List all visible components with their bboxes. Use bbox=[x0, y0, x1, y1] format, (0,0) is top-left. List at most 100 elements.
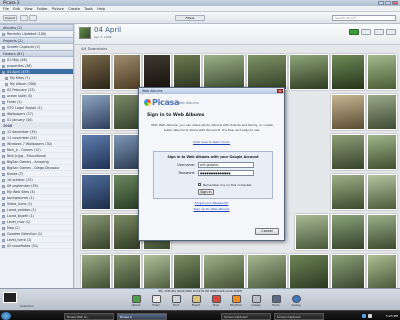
photo-thumbnail[interactable] bbox=[173, 54, 201, 90]
menu-edit[interactable]: Edit bbox=[13, 7, 20, 11]
dialog-close-button[interactable]: × bbox=[277, 89, 283, 93]
start-button[interactable] bbox=[1, 312, 11, 320]
menu-create[interactable]: Create bbox=[68, 7, 80, 11]
photo-thumbnail[interactable] bbox=[113, 174, 141, 210]
signup-link[interactable]: Sign up for Web Albums bbox=[139, 207, 284, 211]
folder-sidebar: Albums (2) Recently Updated (100) Projec… bbox=[0, 24, 74, 288]
cancel-button[interactable]: Cancel bbox=[255, 228, 279, 235]
menu-picture[interactable]: Picture bbox=[52, 7, 64, 11]
photo-thumbnail[interactable] bbox=[81, 174, 111, 210]
photo-thumbnail[interactable] bbox=[367, 134, 397, 170]
photo-thumbnail[interactable] bbox=[81, 254, 111, 290]
taskbar-task[interactable]: Screen Captured bbox=[221, 312, 271, 320]
sidebar-item-folder[interactable]: 02 snowflakes (51) bbox=[0, 243, 73, 249]
photo-thumbnail[interactable] bbox=[331, 134, 365, 170]
photo-thumbnail[interactable] bbox=[113, 134, 141, 170]
signin-button[interactable]: Sign in bbox=[198, 189, 214, 195]
slideshow-play-button[interactable] bbox=[349, 29, 360, 35]
folder-options-button[interactable] bbox=[386, 29, 396, 35]
username-label: Username: bbox=[177, 163, 195, 167]
photo-thumbnail[interactable] bbox=[247, 254, 287, 290]
photo-thumbnail[interactable] bbox=[331, 214, 365, 250]
menu-help[interactable]: Help bbox=[97, 7, 105, 11]
photo-thumbnail[interactable] bbox=[81, 214, 111, 250]
print-icon[interactable] bbox=[172, 295, 181, 303]
geotag-icon[interactable] bbox=[292, 295, 301, 303]
blogger-icon[interactable] bbox=[232, 295, 241, 303]
photo-thumbnail[interactable] bbox=[331, 174, 365, 210]
picasa-logo-text: Picasa bbox=[152, 98, 180, 107]
remember-me-checkbox[interactable] bbox=[198, 183, 201, 186]
collage-label: Collage bbox=[251, 304, 261, 307]
web-albums-signin-dialog: Web Albums × Picasa Web Albums Sign in t… bbox=[138, 87, 285, 241]
sidebar-section-projects[interactable]: Projects (2) bbox=[0, 37, 73, 44]
view-list-button[interactable] bbox=[29, 15, 37, 21]
photo-thumbnail[interactable] bbox=[143, 254, 171, 290]
photo-thumbnail[interactable] bbox=[367, 214, 397, 250]
bottom-action-tray: Selection IMG_1565.JPG 04/04/2009 10:19:… bbox=[0, 288, 400, 310]
photo-thumbnail[interactable] bbox=[289, 54, 329, 90]
network-tray-icon[interactable] bbox=[362, 313, 366, 318]
photo-thumbnail[interactable] bbox=[81, 134, 111, 170]
photo-thumbnail[interactable] bbox=[331, 54, 365, 90]
photo-thumbnail[interactable] bbox=[247, 54, 287, 90]
taskbar-task[interactable]: Picasa Web Al... bbox=[64, 312, 114, 320]
photo-thumbnail[interactable] bbox=[113, 94, 141, 130]
forgot-password-link[interactable]: Forgot your Password? bbox=[139, 201, 284, 205]
photo-thumbnail[interactable] bbox=[367, 174, 397, 210]
photo-thumbnail[interactable] bbox=[81, 94, 111, 130]
upload-icon[interactable] bbox=[132, 295, 141, 303]
photo-thumbnail[interactable] bbox=[81, 54, 111, 90]
sidebar-section-folders[interactable]: Folders (87) bbox=[0, 50, 73, 57]
photo-thumbnail[interactable] bbox=[203, 254, 245, 290]
selection-thumbnail bbox=[3, 292, 17, 303]
import-button[interactable]: Import bbox=[3, 15, 17, 21]
search-input[interactable]: Search Ctrl+F bbox=[332, 15, 396, 21]
shop-icon[interactable] bbox=[212, 295, 221, 303]
album-cover-thumbnail bbox=[79, 27, 91, 39]
view-toggle-button[interactable] bbox=[20, 15, 28, 21]
photo-thumbnail[interactable] bbox=[295, 214, 329, 250]
password-field[interactable]: ●●●●●●●●●●●●●● bbox=[198, 170, 254, 176]
photo-thumbnail[interactable] bbox=[113, 54, 141, 90]
export-icon[interactable] bbox=[192, 295, 201, 303]
taskbar-task-active[interactable]: Picasa 3 bbox=[117, 312, 167, 320]
signin-form-label: Sign in to Web Albums with your Google A… bbox=[167, 155, 259, 159]
clock[interactable]: 5:23 PM bbox=[386, 313, 398, 320]
menu-tools[interactable]: Tools bbox=[84, 7, 93, 11]
photo-thumbnail[interactable] bbox=[367, 94, 397, 130]
learn-more-link[interactable]: Click here to learn more. bbox=[139, 140, 284, 144]
menu-file[interactable]: File bbox=[3, 7, 9, 11]
sidebar-section-albums[interactable]: Albums (2) bbox=[0, 24, 73, 31]
menu-view[interactable]: View bbox=[24, 7, 32, 11]
photo-thumbnail[interactable] bbox=[203, 54, 245, 90]
web-album-button[interactable] bbox=[373, 29, 384, 35]
blogthis-label: BlogThis! bbox=[230, 304, 242, 307]
collage-icon[interactable] bbox=[252, 295, 261, 303]
maximize-button[interactable] bbox=[385, 1, 391, 5]
username-field[interactable]: ant.graphic bbox=[198, 162, 254, 168]
close-button[interactable] bbox=[392, 1, 398, 5]
filter-button[interactable]: Filters bbox=[175, 15, 205, 21]
email-icon[interactable] bbox=[152, 295, 161, 303]
photo-thumbnail[interactable] bbox=[173, 254, 201, 290]
photo-thumbnail[interactable] bbox=[113, 254, 141, 290]
sidebar-item-recently-updated[interactable]: Recently Updated (100) bbox=[0, 31, 73, 37]
sidebar-item-screen-captures[interactable]: Screen Captures (2) bbox=[0, 44, 73, 50]
movie-icon[interactable] bbox=[272, 295, 281, 303]
taskbar-task[interactable]: Screen Captured bbox=[274, 312, 324, 320]
menu-folder[interactable]: Folder bbox=[37, 7, 48, 11]
photo-thumbnail[interactable] bbox=[289, 254, 329, 290]
volume-tray-icon[interactable] bbox=[368, 313, 372, 318]
photo-thumbnail[interactable] bbox=[143, 54, 171, 90]
photo-thumbnail[interactable] bbox=[367, 54, 397, 90]
photo-thumbnail[interactable] bbox=[331, 254, 365, 290]
photo-thumbnail[interactable] bbox=[113, 214, 141, 250]
minimize-button[interactable] bbox=[378, 1, 384, 5]
toolbar: Import Filters Search Ctrl+F bbox=[0, 12, 400, 24]
photo-thumbnail[interactable] bbox=[367, 254, 397, 290]
os-taskbar: Picasa Web Al... Picasa 3 Screen Capture… bbox=[0, 310, 400, 320]
photo-thumbnail[interactable] bbox=[331, 94, 365, 130]
photo-info-bar: IMG_1565.JPG 04/04/2009 10:19:59 PM 1600… bbox=[157, 290, 243, 293]
share-button[interactable] bbox=[361, 29, 372, 35]
